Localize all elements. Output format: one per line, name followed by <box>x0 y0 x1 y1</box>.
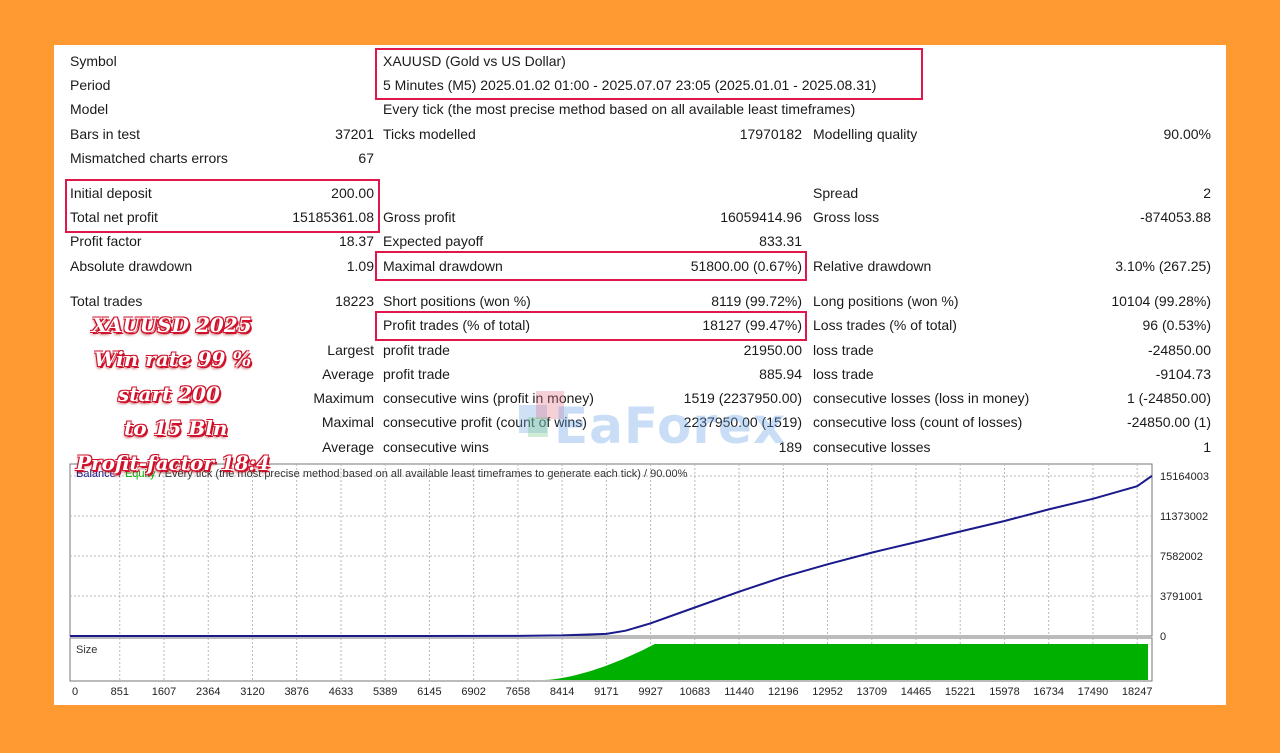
x-tick-label: 13709 <box>856 686 887 698</box>
deposit-profit-highlight <box>65 179 380 233</box>
maximal-label: Maximal <box>321 414 374 430</box>
short-positions-label: Short positions (won %) <box>383 293 531 309</box>
x-tick-label: 2364 <box>196 686 220 698</box>
gross-profit-label: Gross profit <box>383 209 456 225</box>
largest-profit-trade-value: 21950.00 <box>743 342 802 358</box>
ticks-label: Ticks modelled <box>383 126 476 142</box>
expected-payoff-value: 833.31 <box>759 233 802 249</box>
loss-trades-value: 96 (0.53%) <box>1142 317 1211 333</box>
y-tick-label: 0 <box>1160 631 1166 643</box>
x-tick-label: 15978 <box>989 686 1020 698</box>
absolute-drawdown-label: Absolute drawdown <box>70 258 193 274</box>
x-tick-label: 4633 <box>329 686 353 698</box>
report-panel: Symbol XAUUSD (Gold vs US Dollar) Period… <box>54 45 1226 705</box>
quality-value: 90.00% <box>1163 126 1211 142</box>
average-label: Average <box>322 366 374 382</box>
promo-line-2: Win rate 99 % <box>94 347 252 371</box>
gross-profit-value: 16059414.96 <box>720 209 802 225</box>
period-label: Period <box>70 77 111 93</box>
x-tick-label: 15221 <box>945 686 976 698</box>
x-tick-label: 9171 <box>594 686 618 698</box>
gross-loss-value: -874053.88 <box>1140 209 1211 225</box>
average-profit-trade-value: 885.94 <box>759 366 802 382</box>
spread-label: Spread <box>813 185 859 201</box>
profit-factor-label: Profit factor <box>70 233 142 249</box>
loss-trades-label: Loss trades (% of total) <box>813 317 957 333</box>
total-trades-value: 18223 <box>335 293 374 309</box>
x-tick-label: 18247 <box>1122 686 1153 698</box>
promo-line-4: to 15 Bln <box>124 416 228 440</box>
largest-loss-trade-label: loss trade <box>813 342 874 358</box>
mismatch-value: 67 <box>358 150 374 166</box>
symbol-period-highlight <box>375 48 923 100</box>
average-loss-trade-value: -9104.73 <box>1155 366 1211 382</box>
maximum-label: Maximum <box>313 390 374 406</box>
promo-line-5: Profit-factor 18:4 <box>76 451 270 475</box>
long-positions-value: 10104 (99.28%) <box>1111 293 1211 309</box>
x-tick-label: 3876 <box>284 686 308 698</box>
symbol-label: Symbol <box>70 53 117 69</box>
x-axis-labels: 0 851 1607 2364 3120 3876 4633 5389 6145 6902 7658… <box>72 686 1152 698</box>
main-plot-area <box>69 463 1153 637</box>
max-drawdown-highlight <box>375 251 807 281</box>
x-tick-label: 6902 <box>461 686 485 698</box>
x-tick-label: 12952 <box>812 686 843 698</box>
x-tick-label: 851 <box>111 686 129 698</box>
x-tick-label: 1607 <box>152 686 176 698</box>
average-profit-trade-label: profit trade <box>383 366 450 382</box>
ticks-value: 17970182 <box>739 126 802 142</box>
largest-label: Largest <box>327 342 374 358</box>
average-loss-trade-label: loss trade <box>813 366 874 382</box>
balance-chart: 1516400311373002758200237910010 Balance … <box>69 463 1209 698</box>
x-tick-label: 11440 <box>724 686 754 698</box>
relative-drawdown-value: 3.10% (267.25) <box>1115 258 1211 274</box>
expected-payoff-label: Expected payoff <box>383 233 484 249</box>
relative-drawdown-label: Relative drawdown <box>813 258 932 274</box>
absolute-drawdown-value: 1.09 <box>346 258 374 274</box>
maximal-consecutive-loss-value: -24850.00 (1) <box>1126 414 1211 430</box>
model-value: Every tick (the most precise method base… <box>383 101 856 117</box>
promo-line-3: start 200 <box>118 382 220 406</box>
x-tick-label: 10683 <box>680 686 711 698</box>
spread-value: 2 <box>1203 185 1211 201</box>
y-tick-label: 11373002 <box>1160 511 1208 523</box>
profit-factor-value: 18.37 <box>338 233 374 249</box>
mismatch-label: Mismatched charts errors <box>70 150 228 166</box>
x-tick-label: 9927 <box>638 686 662 698</box>
bars-value: 37201 <box>335 126 374 142</box>
largest-loss-trade-value: -24850.00 <box>1147 342 1211 358</box>
promo-line-1: XAUUSD 2025 <box>92 313 252 337</box>
x-tick-label: 14465 <box>901 686 932 698</box>
largest-profit-trade-label: profit trade <box>383 342 450 358</box>
maximal-consecutive-loss-label: consecutive loss (count of losses) <box>813 414 1023 430</box>
profit-trades-highlight <box>375 311 807 341</box>
y-tick-label: 7582002 <box>1160 551 1203 563</box>
max-consecutive-losses-label: consecutive losses (loss in money) <box>813 390 1030 406</box>
x-tick-label: 16734 <box>1033 686 1064 698</box>
y-axis-labels: 15164003 11373002 7582002 3791001 0 <box>1160 471 1209 643</box>
y-tick-label: 3791001 <box>1160 591 1203 603</box>
x-tick-label: 3120 <box>240 686 264 698</box>
x-tick-label: 6145 <box>417 686 441 698</box>
y-tick-label: 15164003 <box>1160 471 1209 483</box>
x-tick-label: 0 <box>72 686 78 698</box>
total-trades-label: Total trades <box>70 293 143 309</box>
max-consecutive-losses-value: 1 (-24850.00) <box>1126 390 1211 406</box>
quality-label: Modelling quality <box>813 126 918 142</box>
x-tick-label: 17490 <box>1078 686 1109 698</box>
x-tick-label: 7658 <box>506 686 530 698</box>
x-tick-label: 5389 <box>373 686 397 698</box>
long-positions-label: Long positions (won %) <box>813 293 959 309</box>
bars-label: Bars in test <box>70 126 141 142</box>
short-positions-value: 8119 (99.72%) <box>711 293 802 309</box>
x-tick-label: 8414 <box>550 686 574 698</box>
gross-loss-label: Gross loss <box>813 209 880 225</box>
model-label: Model <box>70 101 109 117</box>
size-label: Size <box>76 644 97 656</box>
x-tick-label: 12196 <box>768 686 799 698</box>
page: { "report": { "symbol_label": "Symbol", … <box>0 0 1280 753</box>
